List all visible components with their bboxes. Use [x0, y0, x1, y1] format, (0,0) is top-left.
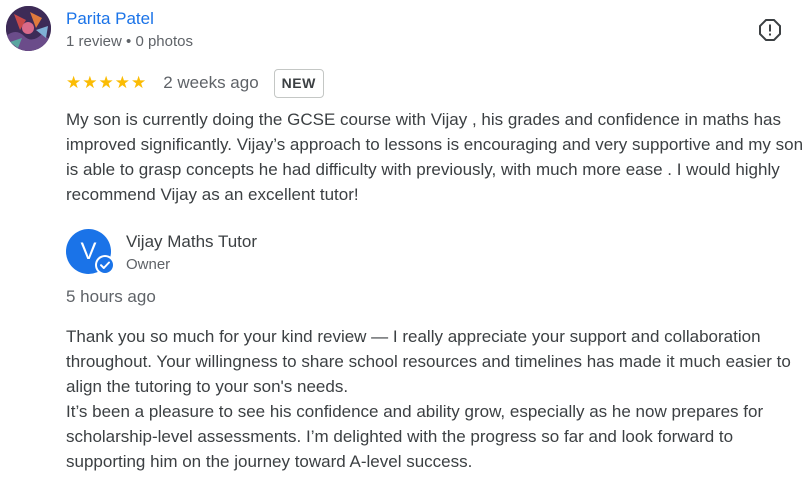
owner-avatar-letter: V	[80, 237, 97, 265]
star-rating: ★★★★★	[66, 73, 148, 92]
verified-icon	[95, 255, 115, 275]
reply-paragraph: Thank you so much for your kind review —…	[66, 327, 791, 396]
review-date: 2 weeks ago	[163, 73, 259, 92]
reviewer-avatar[interactable]	[6, 6, 51, 51]
owner-name[interactable]: Vijay Maths Tutor	[126, 232, 257, 252]
rating-row: ★★★★★ 2 weeks ago NEW	[66, 68, 324, 98]
reply-date: 5 hours ago	[66, 287, 156, 306]
owner-role: Owner	[126, 256, 171, 273]
reply-text: Thank you so much for your kind review —…	[66, 324, 804, 474]
new-badge: NEW	[273, 68, 324, 98]
reviewer-meta: 1 review • 0 photos	[66, 33, 193, 50]
reviewer-name[interactable]: Parita Patel	[66, 9, 154, 29]
reply-paragraph: It’s been a pleasure to see his confiden…	[66, 402, 764, 471]
review-text: My son is currently doing the GCSE cours…	[66, 110, 804, 204]
report-icon	[758, 18, 782, 47]
report-button[interactable]	[757, 18, 783, 47]
